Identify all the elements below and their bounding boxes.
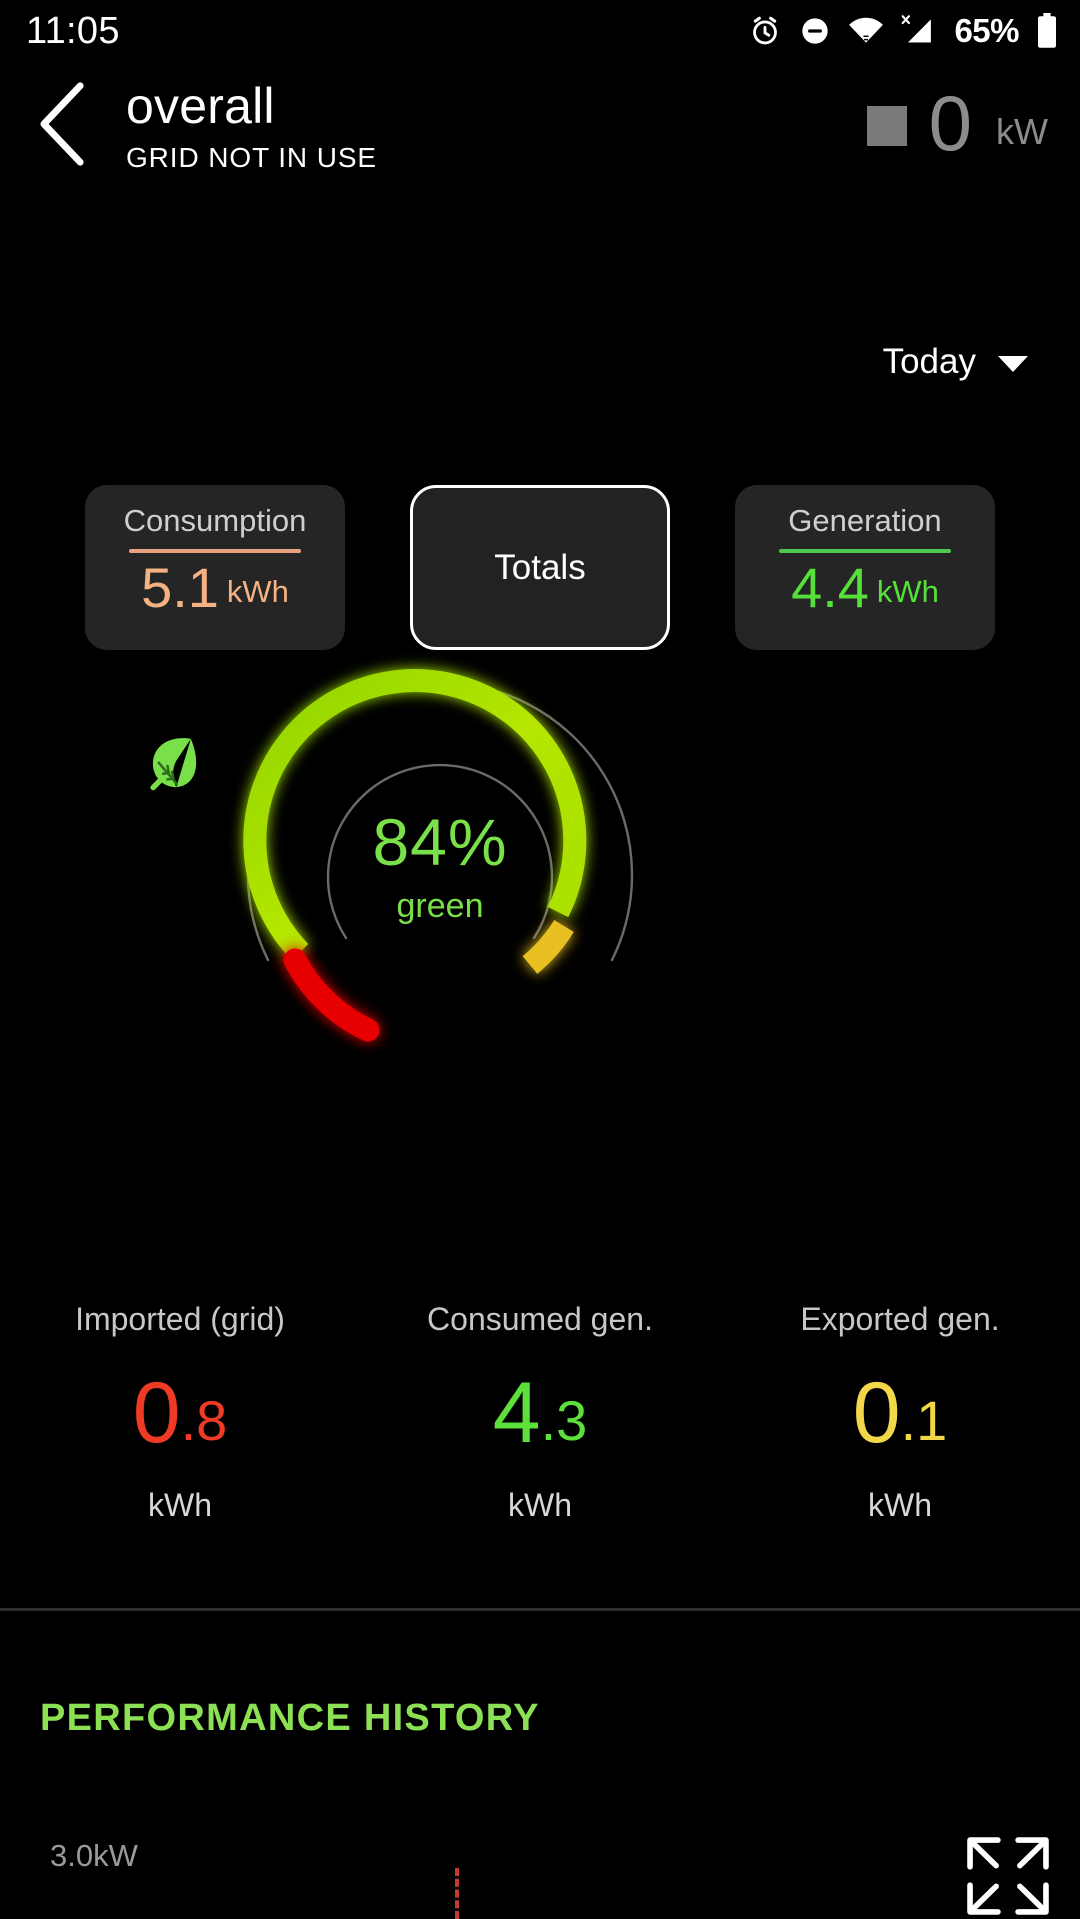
generation-card-rule xyxy=(779,549,951,553)
green-percentage-value: 84% xyxy=(372,805,508,879)
chart-y-axis-top-label: 3.0kW xyxy=(50,1838,138,1873)
current-power-readout: 0 kW xyxy=(866,79,1048,167)
wifi-icon xyxy=(848,16,884,46)
stat-consumed-gen-decimal: .3 xyxy=(540,1389,588,1452)
stat-consumed-gen-label: Consumed gen. xyxy=(427,1301,653,1337)
green-percentage-gauge: 84% green xyxy=(140,580,740,1060)
current-power-value: 0 xyxy=(928,79,973,167)
app-header: overall GRID NOT IN USE 0 kW xyxy=(0,62,1080,192)
generation-card-value: 4.4 xyxy=(791,556,869,619)
period-selector-label: Today xyxy=(882,342,976,381)
period-selector[interactable]: Today xyxy=(883,342,1028,382)
consumption-card-label: Consumption xyxy=(123,503,307,538)
gauge-center-readout: 84% green xyxy=(140,730,740,926)
leaf-icon xyxy=(150,730,473,796)
stat-imported-grid-label: Imported (grid) xyxy=(75,1301,285,1337)
back-button[interactable] xyxy=(28,81,98,171)
stat-imported-grid-value: 0 .8 xyxy=(133,1370,228,1456)
battery-percent-label: 65% xyxy=(954,12,1019,49)
stat-exported-gen-unit: kWh xyxy=(868,1487,932,1523)
battery-icon xyxy=(1036,13,1058,49)
stat-consumed-gen: Consumed gen. 4 .3 kWh xyxy=(360,1300,720,1524)
alarm-icon xyxy=(748,14,782,48)
stat-exported-gen-integer: 0 xyxy=(852,1365,901,1461)
performance-history-title: PERFORMANCE HISTORY xyxy=(40,1697,540,1739)
generation-card-value-row: 4.4 kWh xyxy=(791,559,939,617)
stat-exported-gen-label: Exported gen. xyxy=(800,1301,1000,1337)
page-title: overall xyxy=(126,78,275,134)
status-bar-clock: 11:05 xyxy=(26,9,120,52)
stat-imported-grid-integer: 0 xyxy=(132,1365,181,1461)
stat-consumed-gen-value: 4 .3 xyxy=(493,1370,588,1456)
gauge-red-arc xyxy=(283,948,380,1042)
generation-card-label: Generation xyxy=(788,503,942,538)
status-bar: 11:05 65% xyxy=(0,0,1080,62)
chart-now-marker-line xyxy=(455,1868,459,1919)
fullscreen-expand-icon xyxy=(967,1837,1049,1915)
stat-exported-gen-value: 0 .1 xyxy=(853,1370,948,1456)
power-status-square-icon xyxy=(866,106,907,146)
grid-status-subtitle: GRID NOT IN USE xyxy=(126,142,378,173)
stat-imported-grid-decimal: .8 xyxy=(180,1389,228,1452)
chevron-down-icon xyxy=(998,356,1028,372)
chevron-left-icon xyxy=(35,81,91,171)
stat-exported-gen-decimal: .1 xyxy=(900,1389,948,1452)
consumption-card-rule xyxy=(129,549,301,553)
stat-consumed-gen-unit: kWh xyxy=(508,1487,572,1523)
green-percentage-label: green xyxy=(396,887,484,925)
cell-signal-no-sim-icon xyxy=(901,15,935,47)
section-divider xyxy=(0,1608,1080,1611)
generation-card-unit: kWh xyxy=(876,574,939,609)
stat-imported-grid-unit: kWh xyxy=(148,1487,212,1523)
fullscreen-expand-button[interactable] xyxy=(960,1833,1056,1919)
header-title-block: overall GRID NOT IN USE xyxy=(126,76,377,175)
current-power-unit: kW xyxy=(996,111,1048,152)
gauge-yellow-arc xyxy=(522,919,574,974)
status-bar-icons: 65% xyxy=(748,12,1058,50)
stat-consumed-gen-integer: 4 xyxy=(492,1365,541,1461)
generation-card[interactable]: Generation 4.4 kWh xyxy=(735,485,995,650)
do-not-disturb-icon xyxy=(799,15,831,47)
app-screen: 11:05 65% overall GRID NOT IN USE 0 kW T… xyxy=(0,0,1080,1919)
stat-imported-grid: Imported (grid) 0 .8 kWh xyxy=(0,1300,360,1524)
stat-exported-gen: Exported gen. 0 .1 kWh xyxy=(720,1300,1080,1524)
energy-breakdown-stats: Imported (grid) 0 .8 kWh Consumed gen. 4… xyxy=(0,1300,1080,1524)
